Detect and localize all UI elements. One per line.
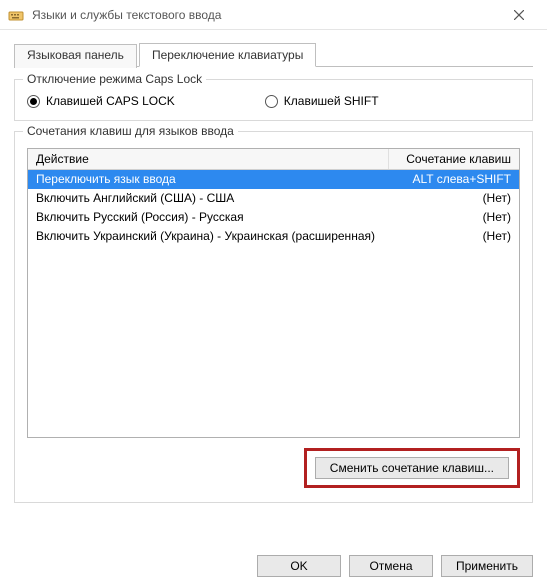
capslock-legend: Отключение режима Caps Lock bbox=[23, 72, 206, 86]
titlebar: Языки и службы текстового ввода bbox=[0, 0, 547, 30]
change-hotkey-button[interactable]: Сменить сочетание клавиш... bbox=[315, 457, 509, 479]
change-hotkey-area: Сменить сочетание клавиш... bbox=[27, 448, 520, 488]
hotkey-shortcut: (Нет) bbox=[381, 190, 511, 207]
capslock-groupbox: Отключение режима Caps Lock Клавишей CAP… bbox=[14, 79, 533, 121]
hotkeys-listbox[interactable]: Действие Сочетание клавиш Переключить яз… bbox=[27, 148, 520, 438]
radio-shift-label: Клавишей SHIFT bbox=[284, 94, 379, 108]
cancel-button[interactable]: Отмена bbox=[349, 555, 433, 577]
window-title: Языки и службы текстового ввода bbox=[32, 8, 499, 22]
tab-language-panel[interactable]: Языковая панель bbox=[14, 44, 137, 68]
hotkey-shortcut: (Нет) bbox=[381, 209, 511, 226]
hotkeys-groupbox: Сочетания клавиш для языков ввода Действ… bbox=[14, 131, 533, 503]
radio-icon bbox=[27, 95, 40, 108]
highlight-frame: Сменить сочетание клавиш... bbox=[304, 448, 520, 488]
close-button[interactable] bbox=[499, 1, 539, 29]
hotkey-row[interactable]: Включить Русский (Россия) - Русская(Нет) bbox=[28, 208, 519, 227]
hotkeys-legend: Сочетания клавиш для языков ввода bbox=[23, 124, 238, 138]
radio-capslock-label: Клавишей CAPS LOCK bbox=[46, 94, 175, 108]
hotkey-action: Переключить язык ввода bbox=[36, 171, 381, 188]
radio-capslock[interactable]: Клавишей CAPS LOCK bbox=[27, 94, 175, 108]
hotkey-action: Включить Английский (США) - США bbox=[36, 190, 381, 207]
hotkey-action: Включить Украинский (Украина) - Украинск… bbox=[36, 228, 381, 245]
capslock-radio-row: Клавишей CAPS LOCK Клавишей SHIFT bbox=[27, 94, 520, 108]
hotkeys-header: Действие Сочетание клавиш bbox=[28, 149, 519, 170]
hotkey-shortcut: (Нет) bbox=[381, 228, 511, 245]
hotkey-row[interactable]: Переключить язык вводаALT слева+SHIFT bbox=[28, 170, 519, 189]
header-action[interactable]: Действие bbox=[28, 149, 389, 169]
close-icon bbox=[514, 10, 524, 20]
hotkey-shortcut: ALT слева+SHIFT bbox=[381, 171, 511, 188]
radio-icon bbox=[265, 95, 278, 108]
ok-button[interactable]: OK bbox=[257, 555, 341, 577]
radio-shift[interactable]: Клавишей SHIFT bbox=[265, 94, 379, 108]
dialog-footer: OK Отмена Применить bbox=[0, 555, 547, 577]
header-shortcut[interactable]: Сочетание клавиш bbox=[389, 149, 519, 169]
keyboard-icon bbox=[8, 7, 24, 23]
apply-button[interactable]: Применить bbox=[441, 555, 533, 577]
hotkey-action: Включить Русский (Россия) - Русская bbox=[36, 209, 381, 226]
tab-keyboard-switch[interactable]: Переключение клавиатуры bbox=[139, 43, 316, 67]
hotkey-row[interactable]: Включить Украинский (Украина) - Украинск… bbox=[28, 227, 519, 246]
tab-strip: Языковая панель Переключение клавиатуры bbox=[14, 42, 533, 67]
hotkey-row[interactable]: Включить Английский (США) - США(Нет) bbox=[28, 189, 519, 208]
content-area: Языковая панель Переключение клавиатуры … bbox=[0, 30, 547, 503]
